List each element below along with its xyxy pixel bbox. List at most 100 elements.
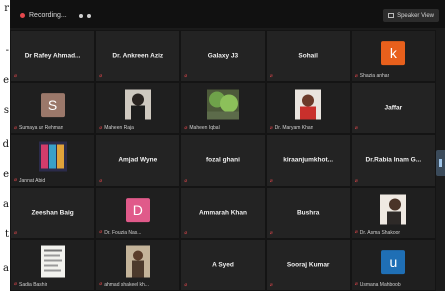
participant-name: Zeeshan Baig: [31, 209, 74, 217]
stop-recording-icon[interactable]: [86, 13, 91, 18]
participant-video: [206, 89, 239, 125]
participant-name: Amjad Wyne: [118, 156, 158, 164]
participant-label-text: Dr. Fouzia Nas...: [104, 229, 142, 236]
participant-tile[interactable]: ⌀ Sadia Bashir: [10, 238, 96, 291]
participant-tile[interactable]: ⌀ Maheen Raja: [95, 82, 181, 135]
recording-label: Recording...: [29, 12, 67, 19]
participant-label: ⌀ Maheen Iqbal: [184, 125, 219, 131]
muted-mic-icon: ⌀: [269, 178, 273, 184]
participant-label: ⌀: [99, 74, 102, 79]
meeting-window: Recording... Speaker View Dr Rafey Ahmad…: [10, 0, 445, 291]
muted-mic-icon: ⌀: [354, 178, 358, 184]
participant-tile[interactable]: Bushra ⌀: [265, 186, 351, 239]
participant-label: ⌀ Dr. Maryam Khan: [270, 125, 314, 131]
participant-name: Jaffar: [384, 104, 403, 112]
participant-label: ⌀ Jannat Abid: [14, 178, 45, 184]
participant-name: kiraanjumkhot...: [283, 156, 334, 164]
participant-tile[interactable]: kiraanjumkhot... ⌀: [265, 134, 351, 187]
view-toggle-button[interactable]: Speaker View: [383, 9, 439, 22]
muted-mic-icon: ⌀: [269, 74, 273, 80]
meeting-topbar: Recording... Speaker View: [10, 0, 445, 28]
muted-mic-icon: ⌀: [269, 282, 273, 288]
participant-tile[interactable]: ⌀ Jannat Abid: [10, 134, 96, 187]
muted-mic-icon: ⌀: [354, 229, 358, 236]
participant-tile[interactable]: Sohail ⌀: [265, 30, 351, 83]
muted-mic-icon: ⌀: [354, 126, 358, 132]
participant-tile[interactable]: u ⌀ Usmana Mahboob: [350, 238, 436, 291]
participant-label-text: Maheen Iqbal: [189, 125, 220, 132]
muted-mic-icon: ⌀: [269, 230, 273, 236]
document-fragment-text: d: [2, 139, 9, 150]
participant-label-text: ahmad shakeel kh...: [104, 281, 149, 288]
muted-mic-icon: ⌀: [354, 73, 358, 79]
participant-label-text: Usmana Mahboob: [359, 281, 401, 288]
participant-video: [40, 245, 65, 282]
participant-label: ⌀: [270, 283, 273, 288]
participant-label: ⌀: [14, 231, 17, 236]
participant-label: ⌀: [184, 283, 187, 288]
participant-label-text: Sadia Bashir: [19, 281, 48, 288]
participant-tile[interactable]: Dr.Rabia Inam G... ⌀: [350, 134, 436, 187]
participant-avatar: S: [40, 93, 65, 118]
participant-avatar: D: [125, 197, 150, 222]
participant-label: ⌀: [184, 74, 187, 79]
document-fragment-text: a: [3, 263, 9, 274]
muted-mic-icon: ⌀: [184, 282, 188, 288]
participant-tile[interactable]: ⌀ Dr. Asma Shakoor: [350, 186, 436, 239]
participant-tile[interactable]: Zeeshan Baig ⌀: [10, 186, 96, 239]
muted-mic-icon: ⌀: [184, 230, 188, 236]
participant-tile[interactable]: fozal ghani ⌀: [180, 134, 266, 187]
participant-name: Dr.Rabia Inam G...: [365, 156, 422, 164]
participant-name: Galaxy J3: [207, 52, 239, 60]
participant-tile[interactable]: ⌀ Maheen Iqbal: [180, 82, 266, 135]
muted-mic-icon: ⌀: [99, 281, 103, 288]
participant-label: ⌀ Sadia Bashir: [14, 282, 47, 288]
participant-label-text: Shazia anhar: [359, 73, 390, 80]
pause-recording-icon[interactable]: [78, 13, 83, 18]
muted-mic-icon: ⌀: [14, 177, 18, 184]
participant-tile[interactable]: k ⌀ Shazia anhar: [350, 30, 436, 83]
participant-video: [38, 141, 67, 177]
participant-name: Bushra: [296, 209, 320, 217]
participant-tile[interactable]: Dr Rafey Ahmad... ⌀: [10, 30, 96, 83]
participant-label: ⌀: [270, 231, 273, 236]
document-fragment-text: -: [5, 45, 9, 56]
document-fragment-text: t: [4, 229, 9, 240]
view-toggle-label: Speaker View: [397, 12, 434, 19]
muted-mic-icon: ⌀: [184, 125, 188, 131]
participant-tile[interactable]: Galaxy J3 ⌀: [180, 30, 266, 83]
participant-label: ⌀: [184, 179, 187, 184]
participant-label-text: Maheen Raja: [104, 125, 134, 132]
participant-name: Sooraj Kumar: [286, 261, 330, 269]
participant-label: ⌀ Usmana Mahboob: [355, 282, 401, 288]
participant-label: ⌀ ahmad shakeel kh...: [99, 282, 149, 288]
recording-indicator[interactable]: Recording...: [20, 10, 91, 21]
participant-tile[interactable]: ⌀ Dr. Maryam Khan: [265, 82, 351, 135]
participant-tile[interactable]: Ammarah Khan ⌀: [180, 186, 266, 239]
participant-label: ⌀: [14, 74, 17, 79]
participant-tile[interactable]: ⌀ ahmad shakeel kh...: [95, 238, 181, 291]
participant-label: ⌀: [270, 74, 273, 79]
participant-tile[interactable]: D ⌀ Dr. Fouzia Nas...: [95, 186, 181, 239]
participant-label: ⌀ Maheen Raja: [99, 125, 134, 131]
participant-tile[interactable]: A Syed ⌀: [180, 238, 266, 291]
participant-label-text: Dr. Asma Shakoor: [359, 229, 401, 236]
participant-tile[interactable]: Amjad Wyne ⌀: [95, 134, 181, 187]
participant-avatar: u: [381, 249, 406, 274]
participant-label: ⌀ Dr. Fouzia Nas...: [99, 230, 141, 236]
participant-tile[interactable]: S ⌀ Sumaya ur Rehman: [10, 82, 96, 135]
participant-name: fozal ghani: [205, 156, 240, 164]
next-page-handle[interactable]: [436, 150, 445, 176]
muted-mic-icon: ⌀: [99, 74, 103, 80]
participant-grid: Dr Rafey Ahmad... ⌀ Dr. Ankreen Aziz ⌀ Galax…: [10, 30, 436, 291]
participant-tile[interactable]: Sooraj Kumar ⌀: [265, 238, 351, 291]
record-icon: [20, 13, 25, 18]
participant-label: ⌀: [99, 179, 102, 184]
muted-mic-icon: ⌀: [99, 229, 103, 236]
participant-tile[interactable]: Jaffar ⌀: [350, 82, 436, 135]
participant-label: ⌀ Sumaya ur Rehman: [14, 125, 63, 131]
participant-label: ⌀: [270, 179, 273, 184]
participant-name: Sohail: [298, 52, 318, 60]
participant-tile[interactable]: Dr. Ankreen Aziz ⌀: [95, 30, 181, 83]
participant-name: Dr Rafey Ahmad...: [24, 52, 81, 60]
